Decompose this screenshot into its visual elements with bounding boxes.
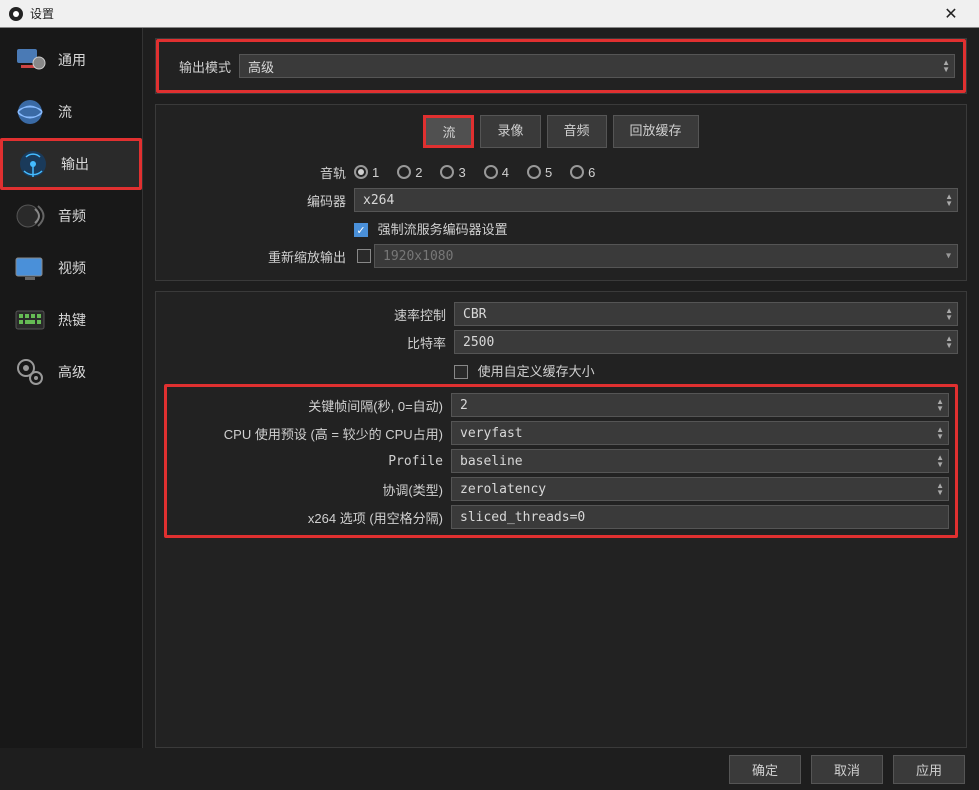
sidebar-item-hotkeys[interactable]: 热键 xyxy=(0,294,142,346)
sidebar-item-label: 通用 xyxy=(58,50,86,70)
encoder-label: 编码器 xyxy=(164,191,354,210)
stream-icon xyxy=(12,94,48,130)
cpu-preset-select[interactable]: veryfast ▲▼ xyxy=(451,421,949,445)
ok-button[interactable]: 确定 xyxy=(729,755,801,784)
tune-label: 协调(类型) xyxy=(173,480,451,499)
select-caret-icon: ▲▼ xyxy=(936,454,944,468)
keyframe-label: 关键帧间隔(秒, 0=自动) xyxy=(173,396,451,415)
sidebar-item-label: 高级 xyxy=(58,362,86,382)
tab-stream[interactable]: 流 xyxy=(423,115,474,148)
apply-button[interactable]: 应用 xyxy=(893,755,965,784)
titlebar: 设置 ✕ xyxy=(0,0,979,28)
x264opts-input[interactable] xyxy=(451,505,949,529)
output-mode-label: 输出模式 xyxy=(159,57,239,76)
highlighted-settings-group: 关键帧间隔(秒, 0=自动) 2 ▲▼ CPU 使用预设 (高 = 较少的 CP… xyxy=(164,384,958,538)
app-logo-icon xyxy=(8,6,24,22)
encoder-select[interactable]: x264 ▲▼ xyxy=(354,188,958,212)
x264opts-label: x264 选项 (用空格分隔) xyxy=(173,508,451,527)
custom-buffer-label: 使用自定义缓存大小 xyxy=(478,364,595,379)
tab-replay-buffer[interactable]: 回放缓存 xyxy=(613,115,699,148)
select-caret-icon: ▾ xyxy=(946,251,951,262)
sidebar-item-label: 视频 xyxy=(58,258,86,278)
audio-track-1[interactable]: 1 xyxy=(354,165,379,180)
bitrate-label: 比特率 xyxy=(164,333,454,352)
audio-track-2[interactable]: 2 xyxy=(397,165,422,180)
close-button[interactable]: ✕ xyxy=(931,4,971,24)
rate-control-label: 速率控制 xyxy=(164,305,454,324)
spinner-icon: ▲▼ xyxy=(936,398,944,412)
enforce-checkbox[interactable]: ✓ xyxy=(354,223,368,237)
profile-select[interactable]: baseline ▲▼ xyxy=(451,449,949,473)
sidebar-item-general[interactable]: 通用 xyxy=(0,34,142,86)
spinner-icon: ▲▼ xyxy=(945,335,953,349)
window-title: 设置 xyxy=(30,5,931,22)
tune-select[interactable]: zerolatency ▲▼ xyxy=(451,477,949,501)
sidebar-item-label: 热键 xyxy=(58,310,86,330)
output-icon xyxy=(15,146,51,182)
cancel-button[interactable]: 取消 xyxy=(811,755,883,784)
select-caret-icon: ▲▼ xyxy=(936,426,944,440)
advanced-icon xyxy=(12,354,48,390)
select-caret-icon: ▲▼ xyxy=(942,59,950,73)
cpu-preset-label: CPU 使用预设 (高 = 较少的 CPU占用) xyxy=(173,424,451,443)
video-icon xyxy=(12,250,48,286)
profile-label: Profile xyxy=(173,454,451,469)
tabs: 流 录像 音频 回放缓存 xyxy=(164,105,958,158)
main-panel: 输出模式 高级 ▲▼ 流 录像 音频 回放缓存 音轨 xyxy=(143,28,979,748)
audio-track-5[interactable]: 5 xyxy=(527,165,552,180)
bitrate-spinbox[interactable]: 2500 ▲▼ xyxy=(454,330,958,354)
audio-track-6[interactable]: 6 xyxy=(570,165,595,180)
sidebar-item-stream[interactable]: 流 xyxy=(0,86,142,138)
sidebar-item-label: 流 xyxy=(58,102,72,122)
footer: 确定 取消 应用 xyxy=(0,748,979,790)
tab-recording[interactable]: 录像 xyxy=(480,115,540,148)
select-caret-icon: ▲▼ xyxy=(945,193,953,207)
sidebar-item-video[interactable]: 视频 xyxy=(0,242,142,294)
audio-track-4[interactable]: 4 xyxy=(484,165,509,180)
audio-track-3[interactable]: 3 xyxy=(440,165,465,180)
rate-control-select[interactable]: CBR ▲▼ xyxy=(454,302,958,326)
rescale-label: 重新缩放输出 xyxy=(164,247,354,266)
sidebar-item-output[interactable]: 输出 xyxy=(0,138,142,190)
enforce-label: 强制流服务编码器设置 xyxy=(378,222,508,237)
select-caret-icon: ▲▼ xyxy=(936,482,944,496)
hotkeys-icon xyxy=(12,302,48,338)
custom-buffer-checkbox[interactable] xyxy=(454,365,468,379)
general-icon xyxy=(12,42,48,78)
rescale-checkbox[interactable] xyxy=(357,249,371,263)
audio-track-radios: 1 2 3 4 5 6 xyxy=(354,165,958,180)
select-caret-icon: ▲▼ xyxy=(945,307,953,321)
output-mode-select[interactable]: 高级 ▲▼ xyxy=(239,54,955,78)
sidebar-item-label: 音频 xyxy=(58,206,86,226)
sidebar: 通用 流 输出 音频 视频 热键 高级 xyxy=(0,28,143,748)
audio-icon xyxy=(12,198,48,234)
encoder-panel: 流 录像 音频 回放缓存 音轨 1 2 3 4 5 6 编码器 xyxy=(155,104,967,281)
sidebar-item-label: 输出 xyxy=(61,154,89,174)
sidebar-item-audio[interactable]: 音频 xyxy=(0,190,142,242)
sidebar-item-advanced[interactable]: 高级 xyxy=(0,346,142,398)
output-mode-panel: 输出模式 高级 ▲▼ xyxy=(155,38,967,94)
enforce-row: ✓ 强制流服务编码器设置 xyxy=(354,219,958,238)
keyframe-spinbox[interactable]: 2 ▲▼ xyxy=(451,393,949,417)
tab-audio[interactable]: 音频 xyxy=(547,115,607,148)
audio-track-label: 音轨 xyxy=(164,163,354,182)
output-mode-value: 高级 xyxy=(248,57,274,76)
encoder-settings-panel: 速率控制 CBR ▲▼ 比特率 2500 ▲▼ xyxy=(155,291,967,748)
rescale-select[interactable]: 1920x1080 ▾ xyxy=(374,244,958,268)
